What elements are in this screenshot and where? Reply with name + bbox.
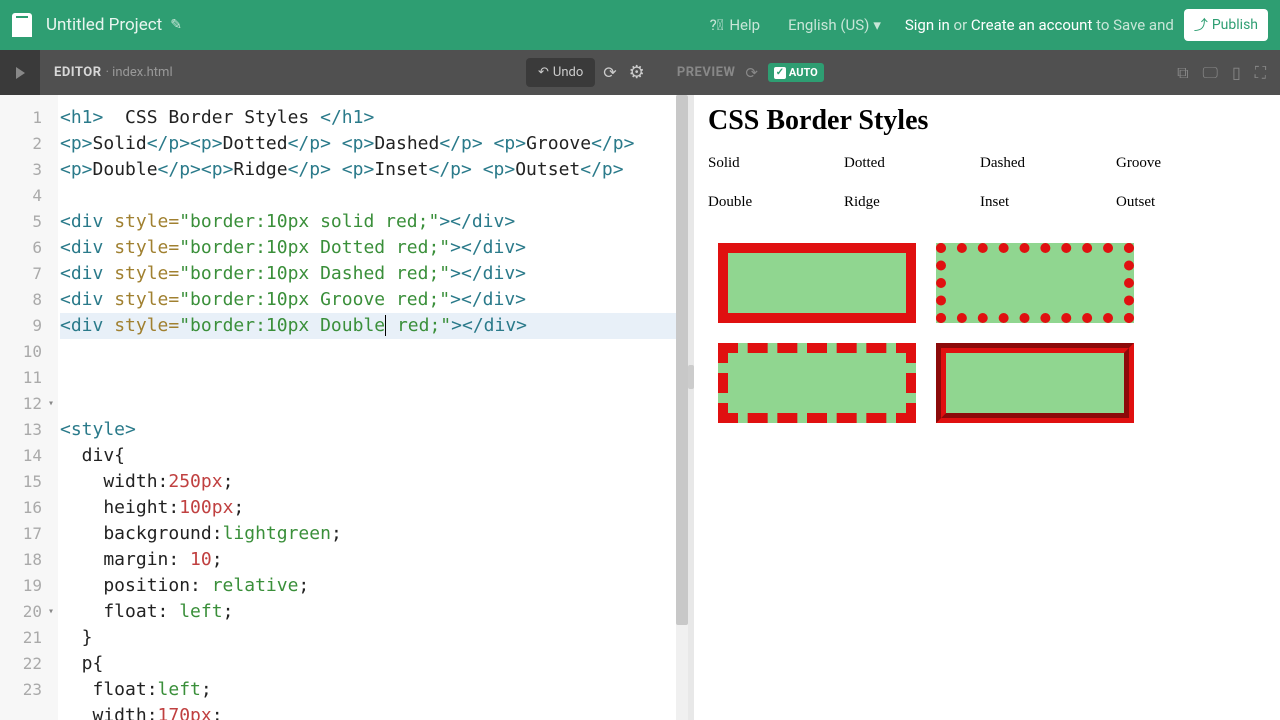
scrollbar-thumb[interactable]	[676, 95, 688, 625]
create-account-link[interactable]: Create an account	[971, 16, 1092, 34]
preview-label: PREVIEW	[677, 65, 736, 80]
mobile-icon[interactable]: ▯	[1232, 63, 1241, 82]
auto-toggle[interactable]: ✓AUTO	[768, 63, 824, 82]
play-icon	[16, 67, 25, 79]
editor-label: EDITOR	[54, 65, 102, 80]
splitter-grip[interactable]	[688, 365, 694, 389]
main-area: 1 2 3 4 5 6 7 8 9 10 11 12 13 14 15 16 1…	[0, 95, 1280, 720]
dashed-box	[718, 343, 916, 423]
pencil-icon[interactable]: ✎	[170, 17, 182, 33]
gear-icon[interactable]: ⚙	[629, 62, 645, 83]
label-row-1: Solid Dotted Dashed Groove	[708, 155, 1266, 194]
undo-button[interactable]: ↶Undo	[526, 58, 595, 87]
share-icon: ⤴	[1194, 15, 1208, 35]
dotted-box	[936, 243, 1134, 323]
line-gutter: 1 2 3 4 5 6 7 8 9 10 11 12 13 14 15 16 1…	[0, 95, 58, 720]
undo-icon: ↶	[538, 65, 549, 80]
chevron-down-icon: ▾	[873, 16, 881, 34]
preview-pane: CSS Border Styles Solid Dotted Dashed Gr…	[694, 95, 1280, 720]
demo-boxes	[708, 233, 1266, 433]
check-icon: ✓	[774, 67, 786, 79]
preview-heading: CSS Border Styles	[708, 105, 1266, 137]
help-link[interactable]: ?⃝Help	[710, 16, 760, 34]
logo-icon[interactable]	[12, 13, 32, 37]
groove-box	[936, 343, 1134, 423]
popout-icon[interactable]: ⧉	[1177, 63, 1188, 83]
toolbar: EDITOR · index.html ↶Undo ⟳ ⚙ PREVIEW ⟳ …	[0, 50, 1280, 95]
label-row-2: Double Ridge Inset Outset	[708, 194, 1266, 233]
help-icon: ?⃝	[710, 16, 724, 34]
signin-text: Sign in or Create an account to Save and	[905, 16, 1174, 34]
pane-splitter[interactable]	[688, 95, 694, 720]
file-label[interactable]: · index.html	[106, 65, 173, 80]
language-select[interactable]: English (US)▾	[788, 16, 881, 34]
refresh-icon[interactable]: ⟳	[603, 63, 616, 82]
project-title[interactable]: Untitled Project	[46, 15, 162, 35]
code-area[interactable]: <h1> CSS Border Styles </h1> <p>Solid</p…	[58, 95, 676, 720]
publish-button[interactable]: ⤴Publish	[1184, 9, 1268, 41]
solid-box	[718, 243, 916, 323]
preview-refresh-icon[interactable]: ⟳	[745, 64, 758, 82]
editor-pane[interactable]: 1 2 3 4 5 6 7 8 9 10 11 12 13 14 15 16 1…	[0, 95, 688, 720]
signin-link[interactable]: Sign in	[905, 16, 950, 34]
fullscreen-icon[interactable]: ⛶	[1255, 63, 1266, 83]
editor-scrollbar[interactable]	[676, 95, 688, 720]
header-bar: Untitled Project ✎ ?⃝Help English (US)▾ …	[0, 0, 1280, 50]
desktop-icon[interactable]: 🖵	[1203, 63, 1218, 83]
run-button[interactable]	[0, 50, 40, 95]
